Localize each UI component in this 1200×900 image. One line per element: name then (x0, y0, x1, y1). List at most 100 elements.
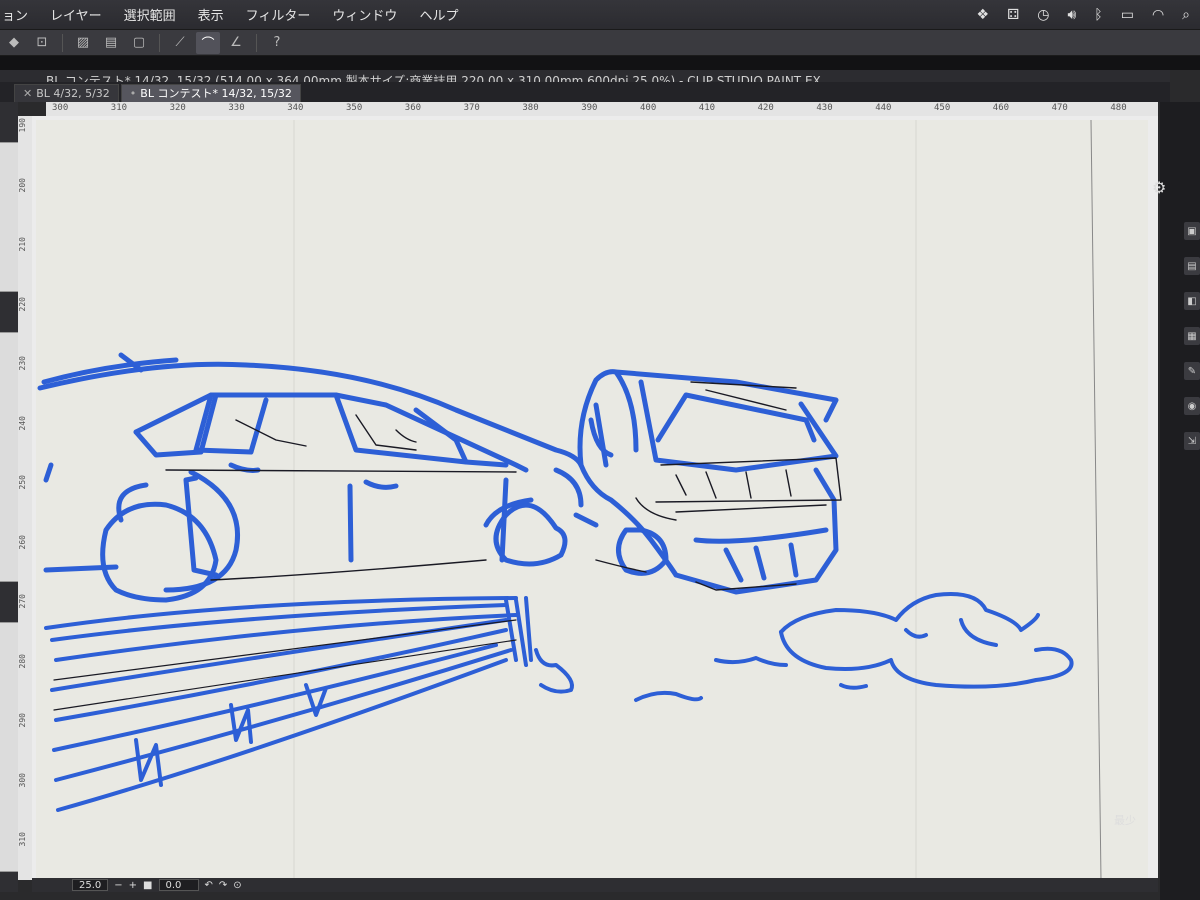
tab-document-2[interactable]: • BL コンテスト* 14/32, 15/32 (120, 84, 301, 102)
ruler-tick-label: 390 (581, 103, 598, 113)
status-icons: ❖ ⚃ ◷ 🔊︎ ᛒ ▭ ◠ ⌕ (977, 0, 1190, 30)
menu-item-view[interactable]: 表示 (187, 5, 235, 24)
dropbox-icon[interactable]: ❖ (977, 7, 990, 23)
bluetooth-icon[interactable]: ᛒ (1094, 7, 1102, 23)
ruler-tick-label: 460 (992, 103, 1010, 113)
dot-icon: • (129, 87, 137, 100)
ruler-tick-label: 370 (463, 103, 480, 113)
ruler-tick-label: 250 (18, 475, 27, 490)
curve-ruler-icon[interactable]: ⌒ (196, 31, 220, 54)
ruler-tick-label: 300 (52, 103, 69, 113)
monitor-bezel (0, 56, 1200, 70)
fill-icon[interactable]: ▨ (71, 32, 95, 54)
panel-icon-7[interactable]: ⇲ (1184, 432, 1200, 450)
tab-document-1[interactable]: ✕ BL 4/32, 5/32 (14, 84, 119, 102)
ruler-tick-label: 320 (169, 103, 186, 113)
volume-icon[interactable]: 🔊︎ (1067, 7, 1076, 23)
battery-icon[interactable]: ▭ (1121, 7, 1134, 23)
drawing-paper[interactable] (36, 120, 1148, 880)
help-icon[interactable]: ? (265, 32, 289, 54)
rotation-angle-field[interactable]: 0.0 (158, 879, 199, 891)
rotate-left-icon[interactable]: ↶ (205, 880, 213, 891)
menu-bar: ョン レイヤー 選択範囲 表示 フィルター ウィンドウ ヘルプ ❖ ⚃ ◷ 🔊︎… (0, 0, 1200, 30)
gradient-icon[interactable]: ▤ (99, 32, 123, 54)
ruler-tick-label: 310 (18, 832, 27, 847)
ruler-tick-label: 470 (1051, 103, 1068, 113)
ruler-tick-label: 220 (18, 296, 27, 311)
separator (256, 33, 257, 52)
ruler-tick-label: 340 (287, 103, 304, 113)
panel-icon-2[interactable]: ▤ (1184, 257, 1200, 275)
separator (62, 33, 63, 52)
rotate-right-icon[interactable]: ↷ (219, 880, 227, 891)
zoom-in-icon[interactable]: + (129, 880, 137, 891)
ruler-tick-label: 310 (110, 103, 128, 113)
menu-item-layer[interactable]: レイヤー (39, 5, 113, 24)
right-panel: ▣ ▤ ◧ ▦ ✎ ◉ ⇲ (1160, 102, 1200, 900)
ruler-tick-label: 210 (18, 237, 27, 252)
car-crash-sketch (37, 120, 1102, 880)
canvas-status-bar: 25.0 − + ■ 0.0 ↶ ↷ ⊙ (32, 878, 1158, 892)
move-tool-icon[interactable]: ◆ (2, 32, 26, 54)
ruler-tick-label: 330 (228, 103, 245, 113)
panel-icon-4[interactable]: ▦ (1184, 327, 1200, 345)
tab-label: BL 4/32, 5/32 (36, 87, 110, 100)
gear-icon[interactable]: ⚙ (1152, 178, 1166, 197)
panel-icon-1[interactable]: ▣ (1184, 222, 1200, 240)
ruler-tick-label: 440 (875, 103, 892, 113)
tool-strip: ◆ ⊡ ▨ ▤ ▢ ⟋ ⌒ ∠ ? (0, 30, 1200, 56)
ruler-tick-label: 450 (934, 103, 951, 113)
ruler-tick-label: 420 (757, 103, 774, 113)
tab-bar: ✕ BL 4/32, 5/32 • BL コンテスト* 14/32, 15/32 (0, 82, 1170, 102)
zoom-field[interactable]: 25.0 (72, 879, 109, 891)
car-right (553, 369, 839, 595)
ruler-tick-label: 380 (522, 103, 539, 113)
crop-icon[interactable]: ⊡ (30, 32, 54, 54)
panel-side-label: 最少 (1114, 814, 1136, 827)
menu-item-animation[interactable]: ョン (0, 5, 39, 24)
ruler-tick-label: 230 (18, 356, 27, 371)
time-machine-icon[interactable]: ◷ (1037, 7, 1049, 23)
ruler-tick-label: 360 (404, 103, 422, 113)
ruler-tick-label: 400 (640, 103, 657, 113)
reset-rotation-icon[interactable]: ⊙ (233, 880, 241, 891)
app-icon[interactable]: ⚃ (1007, 7, 1019, 23)
menu-item-help[interactable]: ヘルプ (408, 5, 469, 24)
stop-icon[interactable]: ■ (143, 880, 152, 891)
perspective-icon[interactable]: ∠ (224, 32, 248, 54)
panel-icon-6[interactable]: ◉ (1184, 397, 1200, 415)
panel-icon-5[interactable]: ✎ (1184, 362, 1200, 380)
ruler-tick-label: 350 (346, 103, 363, 113)
ruler-tick-label: 410 (698, 103, 716, 113)
close-icon[interactable]: ✕ (23, 87, 32, 100)
ruler-tick-label: 190 (18, 118, 27, 133)
menu-item-selection[interactable]: 選択範囲 (113, 5, 187, 24)
ruler-tick-label: 200 (18, 177, 27, 192)
menu-item-window[interactable]: ウィンドウ (321, 5, 408, 24)
car-left (37, 352, 584, 603)
wifi-icon[interactable]: ◠ (1152, 7, 1164, 23)
page-thumbnail[interactable] (0, 622, 18, 872)
panel-icon-3[interactable]: ◧ (1184, 292, 1200, 310)
debris-figure (634, 592, 1074, 702)
page-thumbnail[interactable] (0, 332, 18, 582)
tab-label: BL コンテスト* 14/32, 15/32 (140, 87, 292, 100)
separator (159, 33, 160, 52)
road-lines (44, 596, 574, 812)
ruler-vertical: 190 200 210 220 230 240 250 260 270 280 290 300 310 (18, 116, 32, 880)
canvas-area[interactable] (32, 116, 1158, 882)
menu-item-filter[interactable]: フィルター (235, 5, 322, 24)
zoom-out-icon[interactable]: − (114, 880, 122, 891)
page-thumbnail[interactable] (0, 142, 18, 292)
ruler-tick-label: 480 (1110, 103, 1127, 113)
left-panel (0, 102, 18, 892)
ruler-tick-label: 270 (18, 594, 27, 609)
ruler-line-icon[interactable]: ⟋ (168, 32, 192, 54)
search-icon[interactable]: ⌕ (1182, 7, 1190, 23)
ruler-tick-label: 430 (816, 103, 833, 113)
ruler-tick-label: 240 (18, 415, 27, 430)
frame-icon[interactable]: ▢ (127, 32, 151, 54)
ruler-tick-label: 290 (18, 713, 27, 728)
ruler-tick-label: 300 (18, 772, 27, 787)
ruler-tick-label: 280 (18, 653, 27, 668)
